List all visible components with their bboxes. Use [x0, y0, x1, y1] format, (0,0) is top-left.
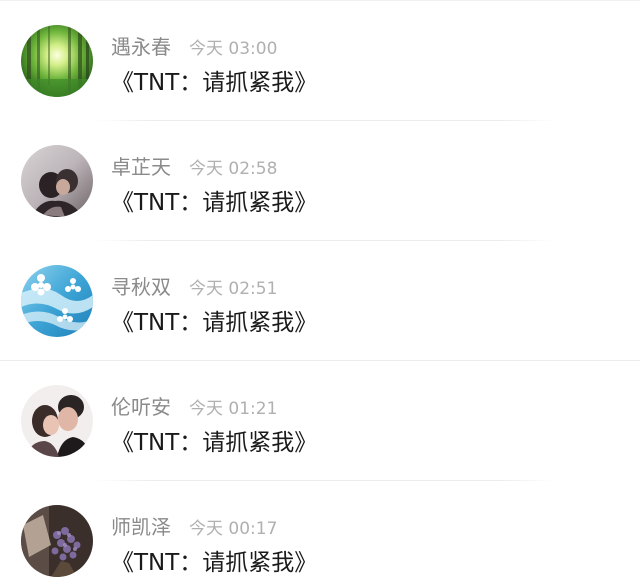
message-text[interactable]: 《TNT：请抓紧我》 [111, 183, 317, 217]
message-item[interactable]: 伦听安 今天 01:21 《TNT：请抓紧我》 [0, 361, 640, 481]
message-meta: 卓芷天 今天 02:58 [111, 151, 278, 180]
message-item[interactable]: 卓芷天 今天 02:58 《TNT：请抓紧我》 [0, 121, 640, 241]
blue-flower-avatar[interactable] [21, 265, 93, 337]
message-meta: 遇永春 今天 03:00 [111, 31, 278, 60]
lavender-avatar[interactable] [21, 505, 93, 577]
message-time: 今天 00:17 [189, 519, 278, 539]
message-item[interactable]: 遇永春 今天 03:00 《TNT：请抓紧我》 [0, 1, 640, 121]
sender-name[interactable]: 遇永春 [111, 31, 171, 60]
message-time: 今天 03:00 [189, 39, 278, 59]
message-text[interactable]: 《TNT：请抓紧我》 [111, 63, 317, 97]
sender-name[interactable]: 寻秋双 [111, 271, 171, 300]
message-time: 今天 02:51 [189, 279, 278, 299]
message-item[interactable]: 寻秋双 今天 02:51 《TNT：请抓紧我》 [0, 241, 640, 361]
message-meta: 伦听安 今天 01:21 [111, 391, 278, 420]
flower-pattern-icon [21, 265, 93, 337]
sender-name[interactable]: 伦听安 [111, 391, 171, 420]
forest-avatar[interactable] [21, 25, 93, 97]
couple-photo-icon [21, 145, 93, 217]
sender-name[interactable]: 卓芷天 [111, 151, 171, 180]
kiss-avatar[interactable] [21, 385, 93, 457]
message-text[interactable]: 《TNT：请抓紧我》 [111, 303, 317, 337]
couple-avatar[interactable] [21, 145, 93, 217]
lavender-photo-icon [21, 505, 93, 577]
message-text[interactable]: 《TNT：请抓紧我》 [111, 423, 317, 457]
message-list: 遇永春 今天 03:00 《TNT：请抓紧我》 卓芷天 今天 02:58 《TN… [0, 0, 640, 588]
couple-kiss-icon [21, 385, 93, 457]
message-meta: 寻秋双 今天 02:51 [111, 271, 278, 300]
message-meta: 师凯泽 今天 00:17 [111, 511, 278, 540]
sender-name[interactable]: 师凯泽 [111, 511, 171, 540]
message-time: 今天 02:58 [189, 159, 278, 179]
message-item[interactable]: 师凯泽 今天 00:17 《TNT：请抓紧我》 [0, 481, 640, 588]
message-time: 今天 01:21 [189, 399, 278, 419]
forest-icon [21, 25, 93, 97]
message-text[interactable]: 《TNT：请抓紧我》 [111, 543, 317, 577]
